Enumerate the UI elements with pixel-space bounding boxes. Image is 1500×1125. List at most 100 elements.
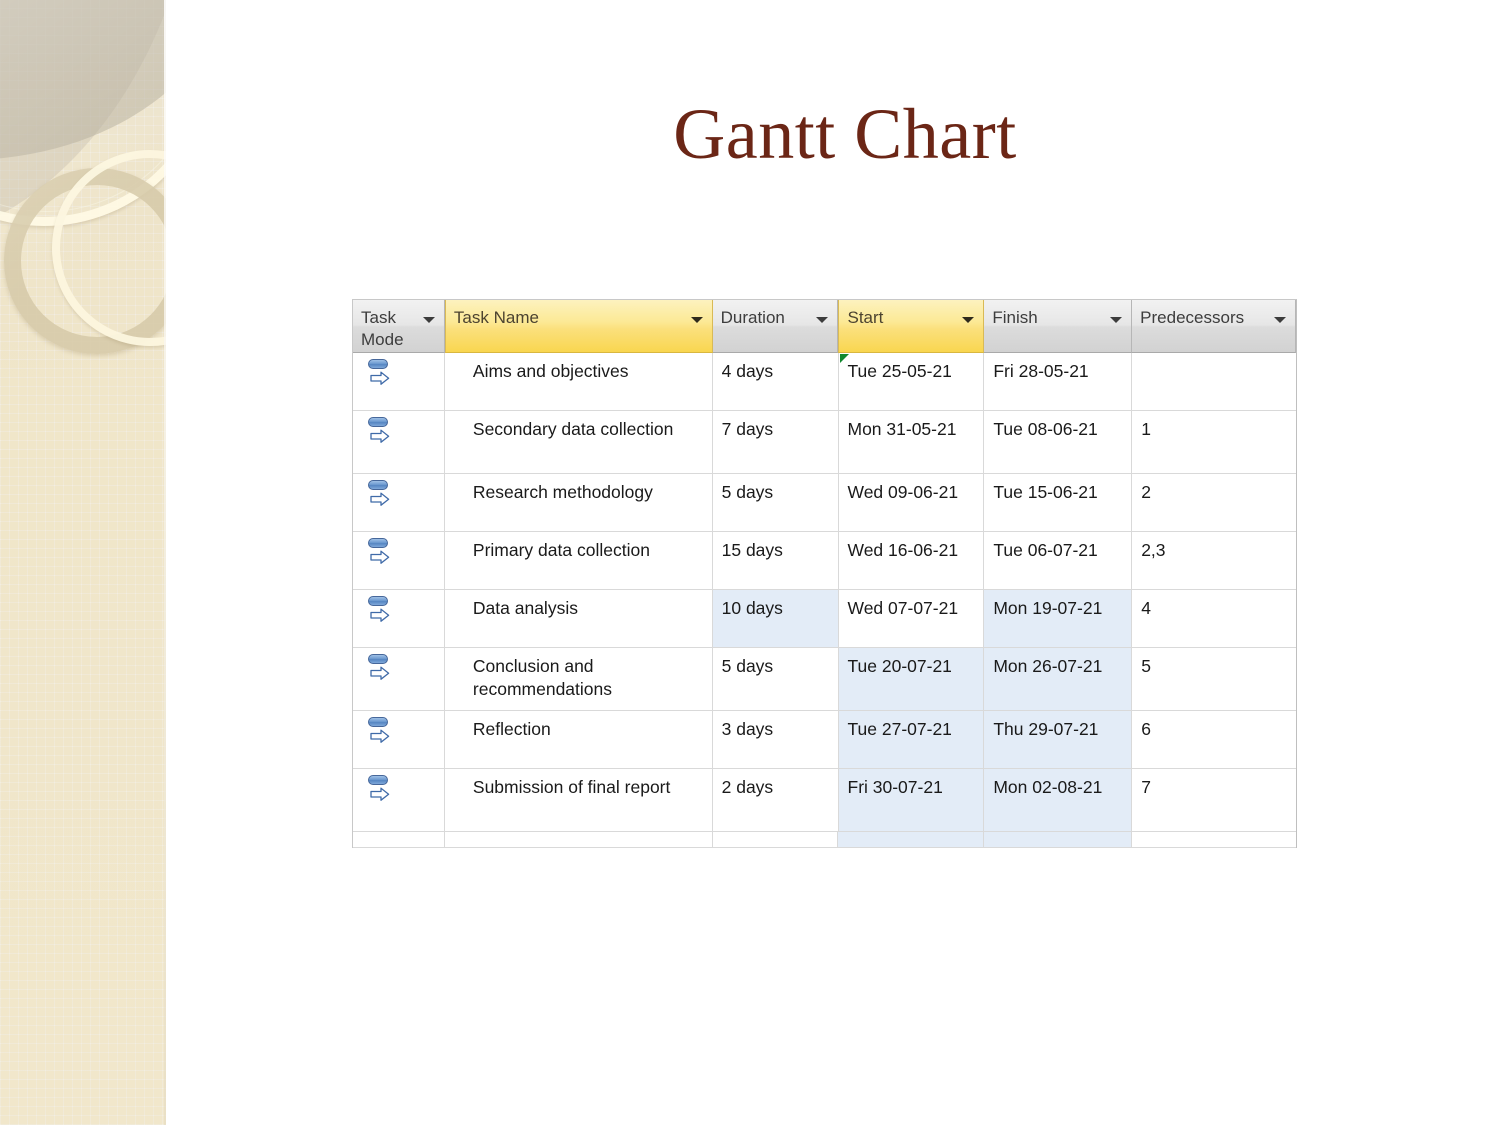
- cell-finish[interactable]: Tue 08-06-21: [984, 411, 1133, 474]
- cell-task-name[interactable]: Aims and objectives: [444, 353, 713, 411]
- column-header-task-name-label: Task Name: [453, 308, 539, 327]
- cell-duration[interactable]: 5 days: [712, 474, 839, 532]
- column-header-predecessors-label: Predecessors: [1140, 308, 1245, 327]
- cell-start[interactable]: Tue 25-05-21: [838, 353, 985, 411]
- filter-dropdown-icon[interactable]: [690, 317, 703, 323]
- filter-dropdown-icon[interactable]: [962, 317, 975, 323]
- cell-task-name[interactable]: Conclusion and recommendations: [444, 648, 713, 711]
- cell-start[interactable]: Mon 31-05-21: [838, 411, 985, 474]
- cell-duration[interactable]: 5 days: [712, 648, 839, 711]
- cell-duration[interactable]: 7 days: [712, 411, 839, 474]
- cell-duration[interactable]: 3 days: [712, 711, 839, 769]
- task-bar-glyph: [368, 654, 388, 664]
- cell-duration[interactable]: 10 days: [712, 590, 839, 648]
- column-header-task-name[interactable]: Task Name: [444, 300, 713, 353]
- cell-predecessors[interactable]: 5: [1132, 648, 1297, 711]
- cell-duration[interactable]: 2 days: [712, 769, 839, 832]
- table-row[interactable]: Data analysis 10 days Wed 07-07-21 Mon 19-0…: [353, 590, 1297, 648]
- cell-predecessors[interactable]: [1132, 832, 1296, 848]
- cell-predecessors[interactable]: 7: [1132, 769, 1297, 832]
- filter-dropdown-icon[interactable]: [422, 317, 435, 323]
- column-header-start[interactable]: Start: [838, 300, 985, 353]
- arrow-glyph: [370, 371, 390, 386]
- arrow-glyph: [370, 550, 390, 565]
- cell-start-text: Tue 27-07-21: [847, 719, 952, 739]
- cell-start[interactable]: Fri 30-07-21: [838, 769, 985, 832]
- cell-task-mode[interactable]: [353, 648, 445, 711]
- cell-finish[interactable]: Mon 26-07-21: [984, 648, 1133, 711]
- page-title: Gantt Chart: [673, 94, 1017, 174]
- cell-finish[interactable]: Mon 02-08-21: [984, 769, 1133, 832]
- task-bar-glyph: [368, 596, 388, 606]
- table-row[interactable]: Reflection 3 days Tue 27-07-21 Thu 29-07-21…: [353, 711, 1297, 769]
- column-header-task-mode[interactable]: Task Mode: [353, 300, 445, 353]
- cell-predecessors[interactable]: 2: [1132, 474, 1297, 532]
- cell-task-name[interactable]: Primary data collection: [444, 532, 713, 590]
- task-bar-glyph: [368, 775, 388, 785]
- task-bar-glyph: [368, 480, 388, 490]
- arrow-glyph: [370, 666, 390, 681]
- cell-predecessors[interactable]: 6: [1132, 711, 1297, 769]
- cell-start-text: Wed 09-06-21: [847, 482, 959, 502]
- table-row[interactable]: Secondary data collection 7 days Mon 31-05…: [353, 411, 1297, 474]
- cell-predecessors[interactable]: 1: [1132, 411, 1297, 474]
- cell-task-mode[interactable]: [353, 411, 445, 474]
- cell-task-mode[interactable]: [353, 832, 445, 848]
- arrow-glyph: [370, 729, 390, 744]
- cell-finish[interactable]: Fri 28-05-21: [984, 353, 1133, 411]
- task-bar-glyph: [368, 538, 388, 548]
- cell-task-mode[interactable]: [353, 769, 445, 832]
- cell-task-mode[interactable]: [353, 532, 445, 590]
- cell-task-mode[interactable]: [353, 474, 445, 532]
- table-row[interactable]: Submission of final report 2 days Fri 30-0…: [353, 769, 1297, 832]
- cell-start[interactable]: Wed 16-06-21: [838, 532, 985, 590]
- cell-start-text: Wed 16-06-21: [847, 540, 959, 560]
- arrow-glyph: [370, 787, 390, 802]
- cell-finish[interactable]: Tue 15-06-21: [984, 474, 1133, 532]
- task-bar-glyph: [368, 717, 388, 727]
- arrow-glyph: [370, 608, 390, 623]
- task-bar-glyph: [368, 417, 388, 427]
- cell-start[interactable]: Tue 20-07-21: [838, 648, 985, 711]
- table-row[interactable]: Conclusion and recommendations 5 days Tue …: [353, 648, 1297, 711]
- cell-finish[interactable]: Thu 29-07-21: [984, 711, 1133, 769]
- cell-duration[interactable]: 15 days: [712, 532, 839, 590]
- cell-start[interactable]: Wed 07-07-21: [838, 590, 985, 648]
- cell-task-mode[interactable]: [353, 711, 445, 769]
- cell-task-name[interactable]: Reflection: [444, 711, 713, 769]
- cell-task-name[interactable]: Research methodology: [444, 474, 713, 532]
- cell-finish[interactable]: Tue 06-07-21: [984, 532, 1133, 590]
- cell-predecessors[interactable]: [1132, 353, 1297, 411]
- cell-task-name[interactable]: Submission of final report: [444, 769, 713, 832]
- table-row[interactable]: Research methodology 5 days Wed 09-06-21 Tu…: [353, 474, 1297, 532]
- filter-dropdown-icon[interactable]: [1110, 317, 1123, 323]
- cell-task-name[interactable]: Secondary data collection: [444, 411, 713, 474]
- cell-duration[interactable]: [712, 832, 839, 848]
- cell-finish[interactable]: Mon 19-07-21: [984, 590, 1133, 648]
- cell-start[interactable]: Tue 27-07-21: [838, 711, 985, 769]
- slide-canvas: Gantt Chart Task Mode Task Name Duration…: [0, 0, 1500, 1125]
- table-row[interactable]: Aims and objectives 4 days Tue 25-05-21 Fri…: [353, 353, 1297, 411]
- cell-task-mode[interactable]: [353, 590, 445, 648]
- column-header-finish[interactable]: Finish: [984, 300, 1133, 353]
- cell-task-name[interactable]: [444, 832, 713, 848]
- cell-finish[interactable]: [984, 832, 1133, 848]
- column-header-duration[interactable]: Duration: [712, 300, 839, 353]
- table-row-empty[interactable]: [353, 832, 1296, 848]
- filter-dropdown-icon[interactable]: [816, 317, 829, 323]
- cell-task-name[interactable]: Data analysis: [444, 590, 713, 648]
- filter-dropdown-icon[interactable]: [1274, 317, 1286, 323]
- table-row[interactable]: Primary data collection 15 days Wed 16-06-…: [353, 532, 1297, 590]
- cell-predecessors[interactable]: 2,3: [1132, 532, 1297, 590]
- arrow-glyph: [370, 429, 390, 444]
- cell-start-text: Wed 07-07-21: [847, 598, 959, 618]
- cell-duration[interactable]: 4 days: [712, 353, 839, 411]
- cell-start[interactable]: [838, 832, 985, 848]
- column-header-task-mode-label: Task Mode: [361, 308, 404, 350]
- cell-start[interactable]: Wed 09-06-21: [838, 474, 985, 532]
- cell-start-text: Tue 20-07-21: [847, 656, 952, 676]
- column-header-predecessors[interactable]: Predecessors: [1132, 300, 1296, 353]
- cell-predecessors[interactable]: 4: [1132, 590, 1297, 648]
- table-body: Aims and objectives 4 days Tue 25-05-21 Fri…: [353, 353, 1297, 848]
- cell-task-mode[interactable]: [353, 353, 445, 411]
